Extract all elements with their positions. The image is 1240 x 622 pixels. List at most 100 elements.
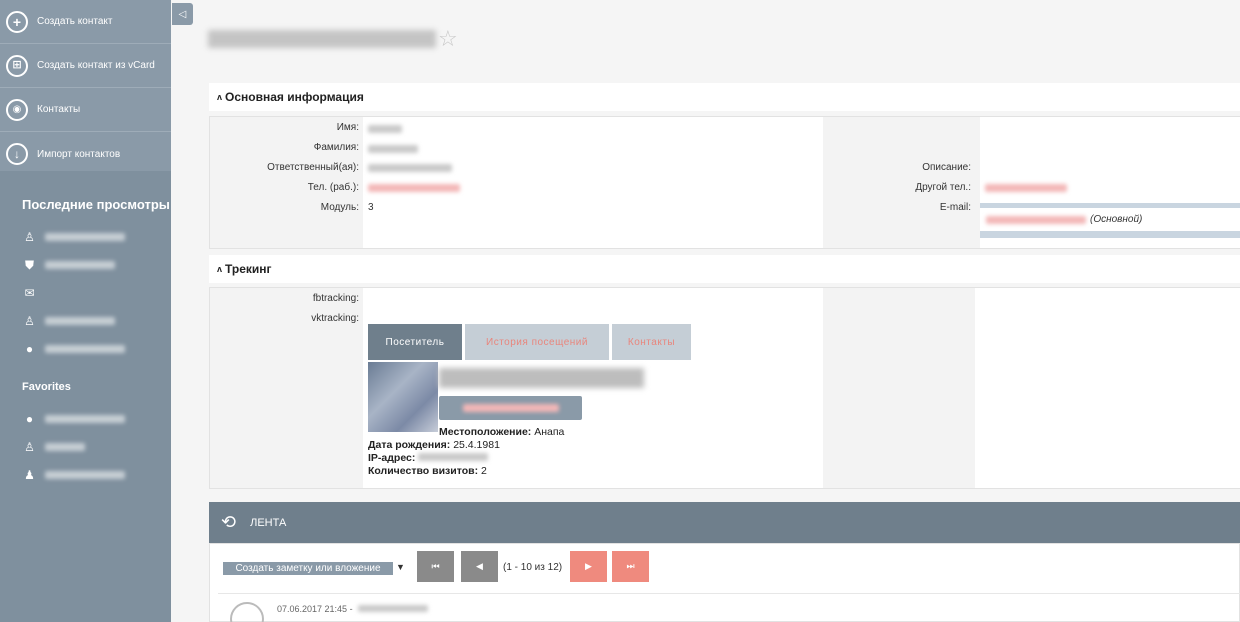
description-label: Описание: (922, 162, 971, 173)
location-value: Анапа (534, 426, 565, 438)
last-name-value (368, 145, 418, 153)
first-name-value (368, 125, 402, 133)
ip-label: IP-адрес: (368, 452, 416, 464)
feed-title: ЛЕНТА (250, 516, 287, 529)
chevron-down-icon[interactable]: ▼ (396, 562, 405, 572)
eye-icon: ◉ (6, 98, 28, 121)
create-contact-vcard-label: Создать контакт из vCard (37, 60, 155, 71)
work-phone-value[interactable] (368, 184, 460, 192)
vktracking-label: vktracking: (311, 313, 359, 324)
feed-item[interactable]: 07.06.2017 21:45 - (218, 593, 1240, 622)
recent-item[interactable]: ⛊ (0, 251, 171, 279)
other-phone-value[interactable] (985, 184, 1067, 192)
import-contacts-label: Импорт контактов (37, 148, 121, 160)
favorite-item[interactable]: ♟ (0, 461, 171, 489)
prev-page-button[interactable]: ◀ (461, 551, 498, 582)
shield-icon: ⛊ (24, 257, 34, 272)
tracking-panel: fbtracking: vktracking: Посетитель Истор… (209, 287, 1240, 489)
sidebar-lower: Последние просмотры ♙ ⛊ ✉ ♙ ● Favorites … (0, 171, 171, 622)
responsible-value[interactable] (368, 164, 452, 172)
main-content: ☆ ʌ Основная информация Имя: Фамилия: От… (171, 0, 1240, 622)
contact-name-title (208, 30, 436, 48)
visitor-photo (368, 362, 438, 432)
location-line: Местоположение: Анапа (439, 426, 564, 438)
tracking-title: Трекинг (225, 262, 272, 276)
birthdate-line: Дата рождения: 25.4.1981 (368, 439, 500, 451)
pagination-info: (1 - 10 из 12) (503, 562, 563, 573)
create-contact-label: Создать контакт (37, 16, 113, 27)
ip-value (418, 453, 489, 461)
main-info-panel: Имя: Фамилия: Ответственный(ая): Тел. (р… (209, 116, 1240, 249)
recent-item[interactable]: ● (0, 335, 171, 363)
work-phone-label: Тел. (раб.): (307, 182, 359, 193)
favorite-item-label (45, 415, 125, 423)
main-info-title: Основная информация (225, 90, 364, 104)
ip-line: IP-адрес: (368, 452, 489, 464)
last-name-label: Фамилия: (313, 142, 359, 153)
email-value-box: (Основной) (980, 203, 1240, 238)
collapse-chevron-icon: ʌ (217, 92, 223, 102)
recent-item[interactable]: ♙ (0, 223, 171, 251)
sidebar: + Создать контакт ⊞ Создать контакт из v… (0, 0, 171, 622)
email-link[interactable] (986, 215, 1086, 224)
email-label: E-mail: (939, 202, 971, 213)
lightbulb-icon: ● (25, 412, 34, 426)
lightbulb-icon: ● (25, 342, 34, 356)
next-page-button[interactable]: ▶ (570, 551, 607, 582)
favorite-item[interactable]: ♙ (0, 433, 171, 461)
birthdate-value: 25.4.1981 (453, 439, 500, 451)
email-primary-tag: (Основной) (1090, 214, 1143, 225)
location-label: Местоположение: (439, 426, 532, 438)
favorite-star-icon[interactable]: ☆ (438, 26, 458, 52)
recent-item[interactable]: ✉ (0, 279, 171, 307)
tracking-section-header[interactable]: ʌ Трекинг (209, 255, 1240, 283)
import-contacts-action[interactable]: ↓ Импорт контактов (0, 132, 171, 176)
user-icon: ♙ (24, 440, 35, 454)
vk-profile-button-label (462, 404, 559, 412)
birthdate-label: Дата рождения: (368, 439, 451, 451)
last-page-button[interactable]: ⏭ (612, 551, 649, 582)
responsible-label: Ответственный(ая): (267, 162, 359, 173)
feed-item-avatar (230, 602, 264, 622)
favorite-item-label (45, 443, 85, 451)
recent-item[interactable]: ♙ (0, 307, 171, 335)
visitor-name (439, 368, 644, 388)
contacts-label: Контакты (37, 104, 81, 115)
recent-item-label (45, 261, 115, 269)
create-contact-vcard-action[interactable]: ⊞ Создать контакт из vCard (0, 44, 171, 88)
visits-value: 2 (481, 465, 487, 477)
feed-item-date-text: 07.06.2017 21:45 - (277, 604, 353, 614)
favorites-heading: Favorites (22, 381, 71, 393)
feed-body: Создать заметку или вложение ▼ ⏮ ◀ (1 - … (209, 543, 1240, 622)
collapse-chevron-icon: ʌ (217, 264, 223, 274)
feed-item-author (358, 605, 429, 612)
feed-header[interactable]: ⟲ ЛЕНТА (209, 502, 1240, 543)
vk-profile-button[interactable] (439, 396, 582, 420)
tracking-right-column (975, 288, 1240, 488)
favorite-item-label (45, 471, 125, 479)
create-note-button[interactable]: Создать заметку или вложение (223, 562, 393, 575)
vcard-plus-icon: ⊞ (6, 54, 28, 77)
contacts-action[interactable]: ◉ Контакты (0, 88, 171, 132)
other-phone-label: Другой тел.: (915, 182, 971, 193)
main-info-section-header[interactable]: ʌ Основная информация (209, 83, 1240, 111)
favorite-item[interactable]: ● (0, 405, 171, 433)
user-icon: ♙ (24, 230, 35, 244)
recent-item-label (45, 345, 125, 353)
module-value: 3 (368, 202, 374, 213)
visitor-tabs: Посетитель История посещений Контакты (368, 324, 694, 360)
history-icon: ⟲ (221, 512, 237, 532)
module-label: Модуль: (320, 202, 359, 213)
visits-line: Количество визитов: 2 (368, 465, 487, 477)
plus-circle-icon: + (6, 10, 28, 33)
create-contact-action[interactable]: + Создать контакт (0, 0, 171, 44)
users-icon: ♟ (24, 468, 35, 482)
tab-visitor[interactable]: Посетитель (368, 324, 462, 360)
first-page-button[interactable]: ⏮ (417, 551, 454, 582)
tab-visit-history[interactable]: История посещений (465, 324, 609, 360)
record-title: ☆ (208, 26, 458, 52)
recent-views-heading: Последние просмотры (22, 197, 170, 212)
tab-contacts[interactable]: Контакты (612, 324, 691, 360)
left-values-column (363, 117, 823, 248)
recent-item-label (45, 233, 125, 241)
